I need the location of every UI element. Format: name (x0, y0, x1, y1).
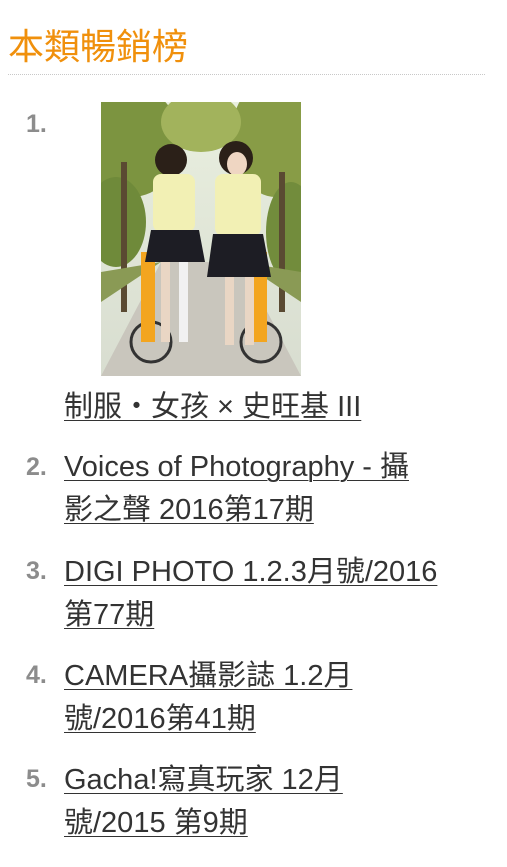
book-title-link[interactable]: Voices of Photography - 攝 影之聲 2016第17期 (64, 446, 409, 532)
title-divider (8, 74, 485, 75)
book-title-line: 號/2016第41期 (64, 703, 256, 735)
rank-number: 3. (26, 557, 47, 585)
book-cover-image[interactable] (101, 102, 301, 376)
book-title-line: Gacha!寫真玩家 12月 (64, 764, 343, 796)
section-title: 本類暢銷榜 (8, 27, 189, 68)
book-title-line: CAMERA攝影誌 1.2月 (64, 660, 353, 692)
rank-number: 1. (26, 110, 47, 138)
book-title-line: 制服・女孩 × 史旺基 III (64, 391, 362, 423)
book-title-link[interactable]: DIGI PHOTO 1.2.3月號/2016 第77期 (64, 551, 437, 637)
rank-number: 4. (26, 661, 47, 689)
book-title-link[interactable]: 制服・女孩 × 史旺基 III (64, 386, 361, 429)
book-title-line: Voices of Photography - 攝 (64, 451, 409, 483)
book-title-line: 第77期 (64, 599, 155, 631)
rank-number: 2. (26, 453, 47, 481)
book-title-line: DIGI PHOTO 1.2.3月號/2016 (64, 556, 438, 588)
book-title-line: 號/2015 第9期 (64, 807, 248, 839)
rank-number: 5. (26, 765, 47, 793)
book-title-link[interactable]: CAMERA攝影誌 1.2月 號/2016第41期 (64, 655, 352, 741)
book-title-link[interactable]: Gacha!寫真玩家 12月 號/2015 第9期 (64, 759, 343, 845)
book-title-line: 影之聲 2016第17期 (64, 494, 314, 526)
